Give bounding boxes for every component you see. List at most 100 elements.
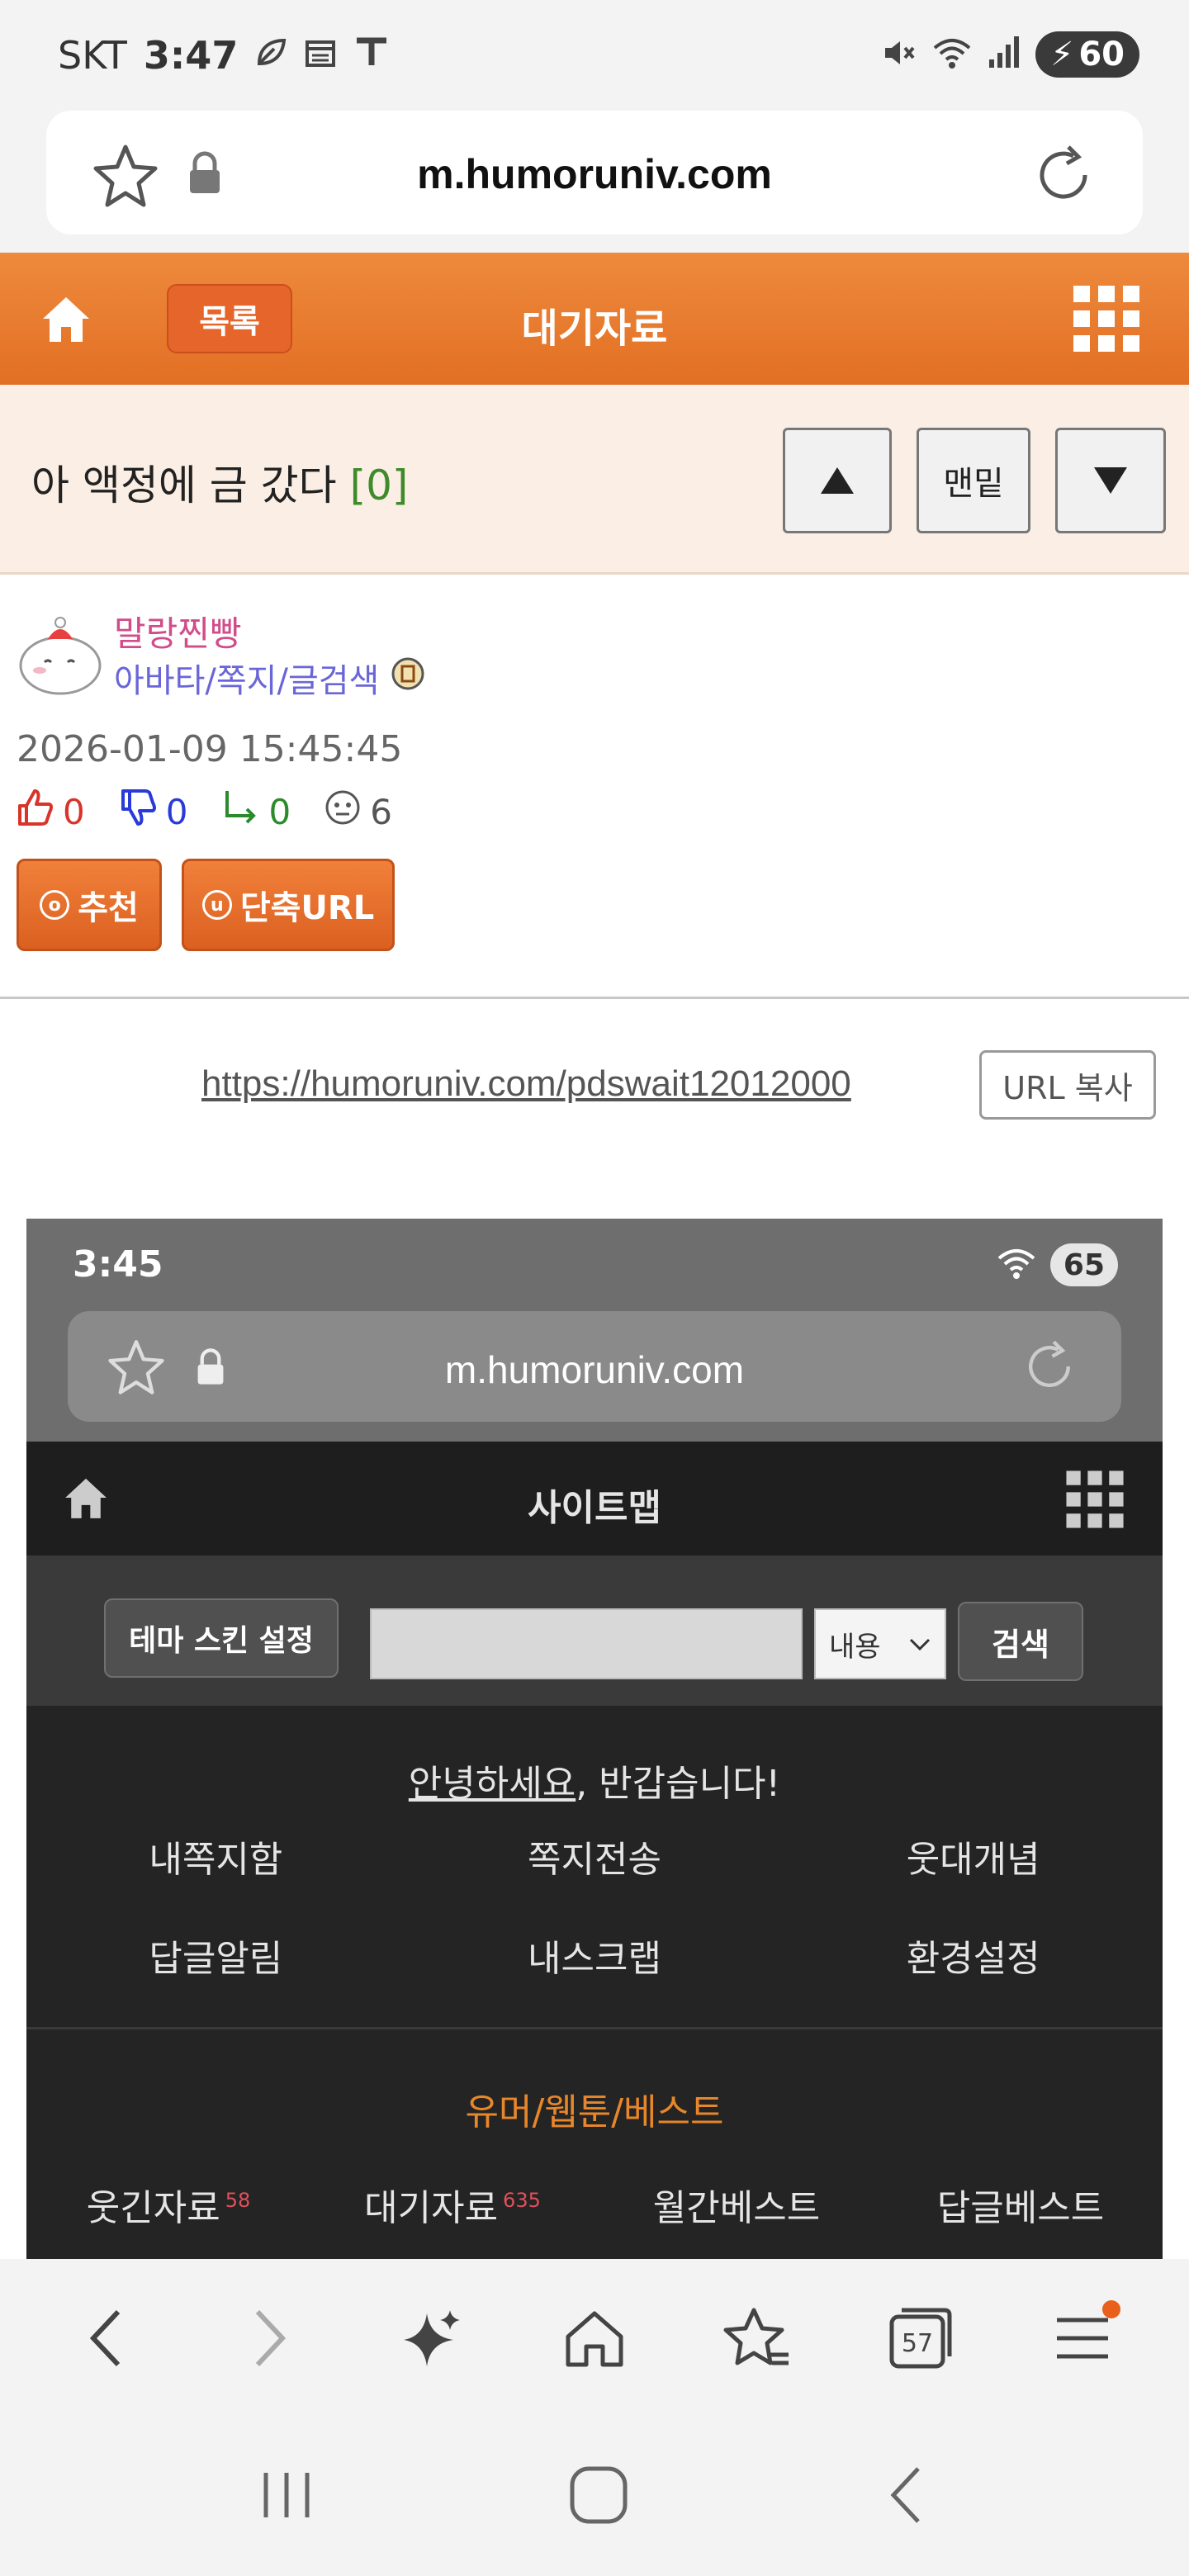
copy-url-button[interactable]: URL 복사 <box>979 1050 1156 1120</box>
image-theme-button: 테마 스킨 설정 <box>104 1598 339 1678</box>
image-menu-item: 환경설정 <box>906 1938 1040 1980</box>
image-user-menu: 안녕하세요, 반갑습니다! 내쪽지함 쪽지전송 웃대개념 답글알림 내스크랩 환… <box>26 1706 1163 2029</box>
avatar[interactable] <box>15 608 106 698</box>
site-header: 목록 대기자료 <box>0 253 1189 385</box>
image-section-link-label: 대기자료 <box>364 2187 499 2229</box>
tabs-count: 57 <box>902 2329 933 2358</box>
status-bar: SKT 3:47 ⚡ 60 <box>0 0 1189 107</box>
chevron-down-icon <box>908 1627 931 1660</box>
mute-icon <box>880 35 917 74</box>
clock: 3:47 <box>143 33 239 78</box>
face-icon <box>324 788 362 835</box>
post-url-row: https://humoruniv.com/pdswait12012000 UR… <box>0 999 1189 1164</box>
image-section-link-label: 웃긴자료 <box>86 2187 220 2229</box>
image-section-link: 대기자료 635 <box>310 2178 594 2231</box>
notification-dot <box>1102 2300 1121 2318</box>
carrier-label: SKT <box>58 33 127 78</box>
image-grid-icon <box>1063 1468 1126 1534</box>
thumbs-down-icon[interactable] <box>118 788 158 836</box>
browser-toolbar: 57 <box>0 2259 1189 2417</box>
page-title: 대기자료 <box>521 305 668 352</box>
image-menu-item: 웃대개념 <box>906 1839 1040 1881</box>
image-battery: 65 <box>1049 1243 1118 1286</box>
post-title-bar: 아 액정에 금 갔다 [0] 맨밑 <box>0 385 1189 575</box>
bookmarks-icon[interactable] <box>708 2289 807 2388</box>
system-home-icon[interactable] <box>567 2464 630 2530</box>
signal-icon <box>988 35 1021 74</box>
calendar-icon <box>304 33 337 78</box>
image-section-link-label: 월간베스트 <box>652 2187 821 2229</box>
author-links-text[interactable]: 아바타/쪽지/글검색 <box>114 654 379 702</box>
browser-address-area: m.humoruniv.com <box>0 107 1189 253</box>
home-icon[interactable] <box>545 2289 644 2388</box>
ai-sparkle-icon[interactable] <box>382 2289 481 2388</box>
system-navigation-bar <box>0 2417 1189 2576</box>
scroll-bottom-button[interactable]: 맨밑 <box>917 428 1030 533</box>
recommend-label: 추천 <box>78 889 139 927</box>
image-url: m.humoruniv.com <box>444 1348 745 1391</box>
image-nav-title: 사이트맵 <box>528 1487 661 1529</box>
dislike-count: 0 <box>165 791 188 832</box>
short-url-label: 단축URL <box>239 889 375 927</box>
forward-icon[interactable] <box>220 2289 319 2388</box>
image-section-link: 답글베스트 <box>879 2178 1163 2231</box>
post-image: 3:45 65 m.humoruniv.com 사이트맵 테마 스킨 설정 내용… <box>26 1219 1163 2259</box>
post-title-text: 아 액정에 금 갔다 <box>31 462 337 509</box>
image-site-nav: 사이트맵 <box>26 1442 1163 1556</box>
reply-arrow-icon <box>220 788 260 836</box>
image-search-button: 검색 <box>958 1602 1083 1681</box>
author-nickname[interactable]: 말랑찐빵 <box>114 606 242 656</box>
image-menu-item: 내스크랩 <box>528 1938 661 1980</box>
image-section-link: 웃긴자료 58 <box>26 2178 310 2231</box>
badge-icon <box>391 656 425 699</box>
back-icon[interactable] <box>57 2289 156 2388</box>
image-select-value: 내용 <box>829 1630 881 1664</box>
image-search-select: 내용 <box>814 1608 946 1679</box>
view-count: 6 <box>370 791 392 832</box>
image-menu-item: 답글알림 <box>149 1938 283 1980</box>
post-title: 아 액정에 금 갔다 [0] <box>31 452 408 512</box>
reply-count: 0 <box>268 791 291 832</box>
reload-icon[interactable] <box>1030 142 1097 211</box>
author-info: 말랑찐빵 아바타/쪽지/글검색 2026-01-09 15:45:45 0 0 … <box>0 575 1189 999</box>
thumbs-up-icon[interactable] <box>15 788 54 836</box>
image-section-link-count: 58 <box>225 2189 251 2213</box>
triangle-down-icon <box>1094 467 1127 494</box>
post-date: 2026-01-09 15:45:45 <box>17 728 403 770</box>
tabs-icon[interactable]: 57 <box>870 2289 969 2388</box>
image-section-links: 웃긴자료 58 대기자료 635 월간베스트 답글베스트 <box>26 2178 1163 2231</box>
menu-icon[interactable] <box>1033 2289 1132 2388</box>
triangle-up-icon <box>821 467 854 494</box>
image-clock: 3:45 <box>73 1243 163 1286</box>
recommend-button[interactable]: o 추천 <box>17 859 162 951</box>
image-menu-item: 내쪽지함 <box>149 1839 283 1881</box>
battery-level: 60 <box>1078 36 1125 73</box>
system-back-icon[interactable] <box>882 2464 931 2530</box>
wifi-icon <box>931 35 973 74</box>
grid-menu-icon[interactable] <box>1070 282 1143 358</box>
image-section-title: 유머/웹툰/베스트 <box>465 2091 724 2133</box>
post-url-link[interactable]: https://humoruniv.com/pdswait12012000 <box>201 1063 851 1105</box>
address-bar[interactable]: m.humoruniv.com <box>46 111 1143 234</box>
short-url-button[interactable]: u 단축URL <box>182 859 395 951</box>
image-search-bar: 테마 스킨 설정 내용 검색 <box>26 1556 1163 1706</box>
image-search-input <box>370 1608 803 1679</box>
recent-apps-icon[interactable] <box>258 2466 315 2527</box>
image-section-link: 월간베스트 <box>594 2178 879 2231</box>
battery-indicator: ⚡ 60 <box>1035 31 1139 78</box>
image-wifi-icon <box>996 1245 1037 1285</box>
previous-post-button[interactable] <box>783 428 892 533</box>
t-app-icon <box>353 33 390 78</box>
image-section-link-label: 답글베스트 <box>936 2187 1105 2229</box>
next-post-button[interactable] <box>1055 428 1166 533</box>
address-url[interactable]: m.humoruniv.com <box>46 150 1143 198</box>
image-greeting-link: 안녕하세요 <box>408 1763 576 1805</box>
image-menu-item: 쪽지전송 <box>528 1839 661 1881</box>
short-url-circle-icon: u <box>201 890 232 920</box>
leaf-icon <box>254 33 287 78</box>
author-links[interactable]: 아바타/쪽지/글검색 <box>114 654 425 702</box>
image-section-link-count: 635 <box>503 2189 541 2213</box>
image-greeting-text: , 반갑습니다! <box>576 1763 781 1805</box>
like-count: 0 <box>63 791 85 832</box>
charging-icon: ⚡ <box>1050 36 1074 73</box>
